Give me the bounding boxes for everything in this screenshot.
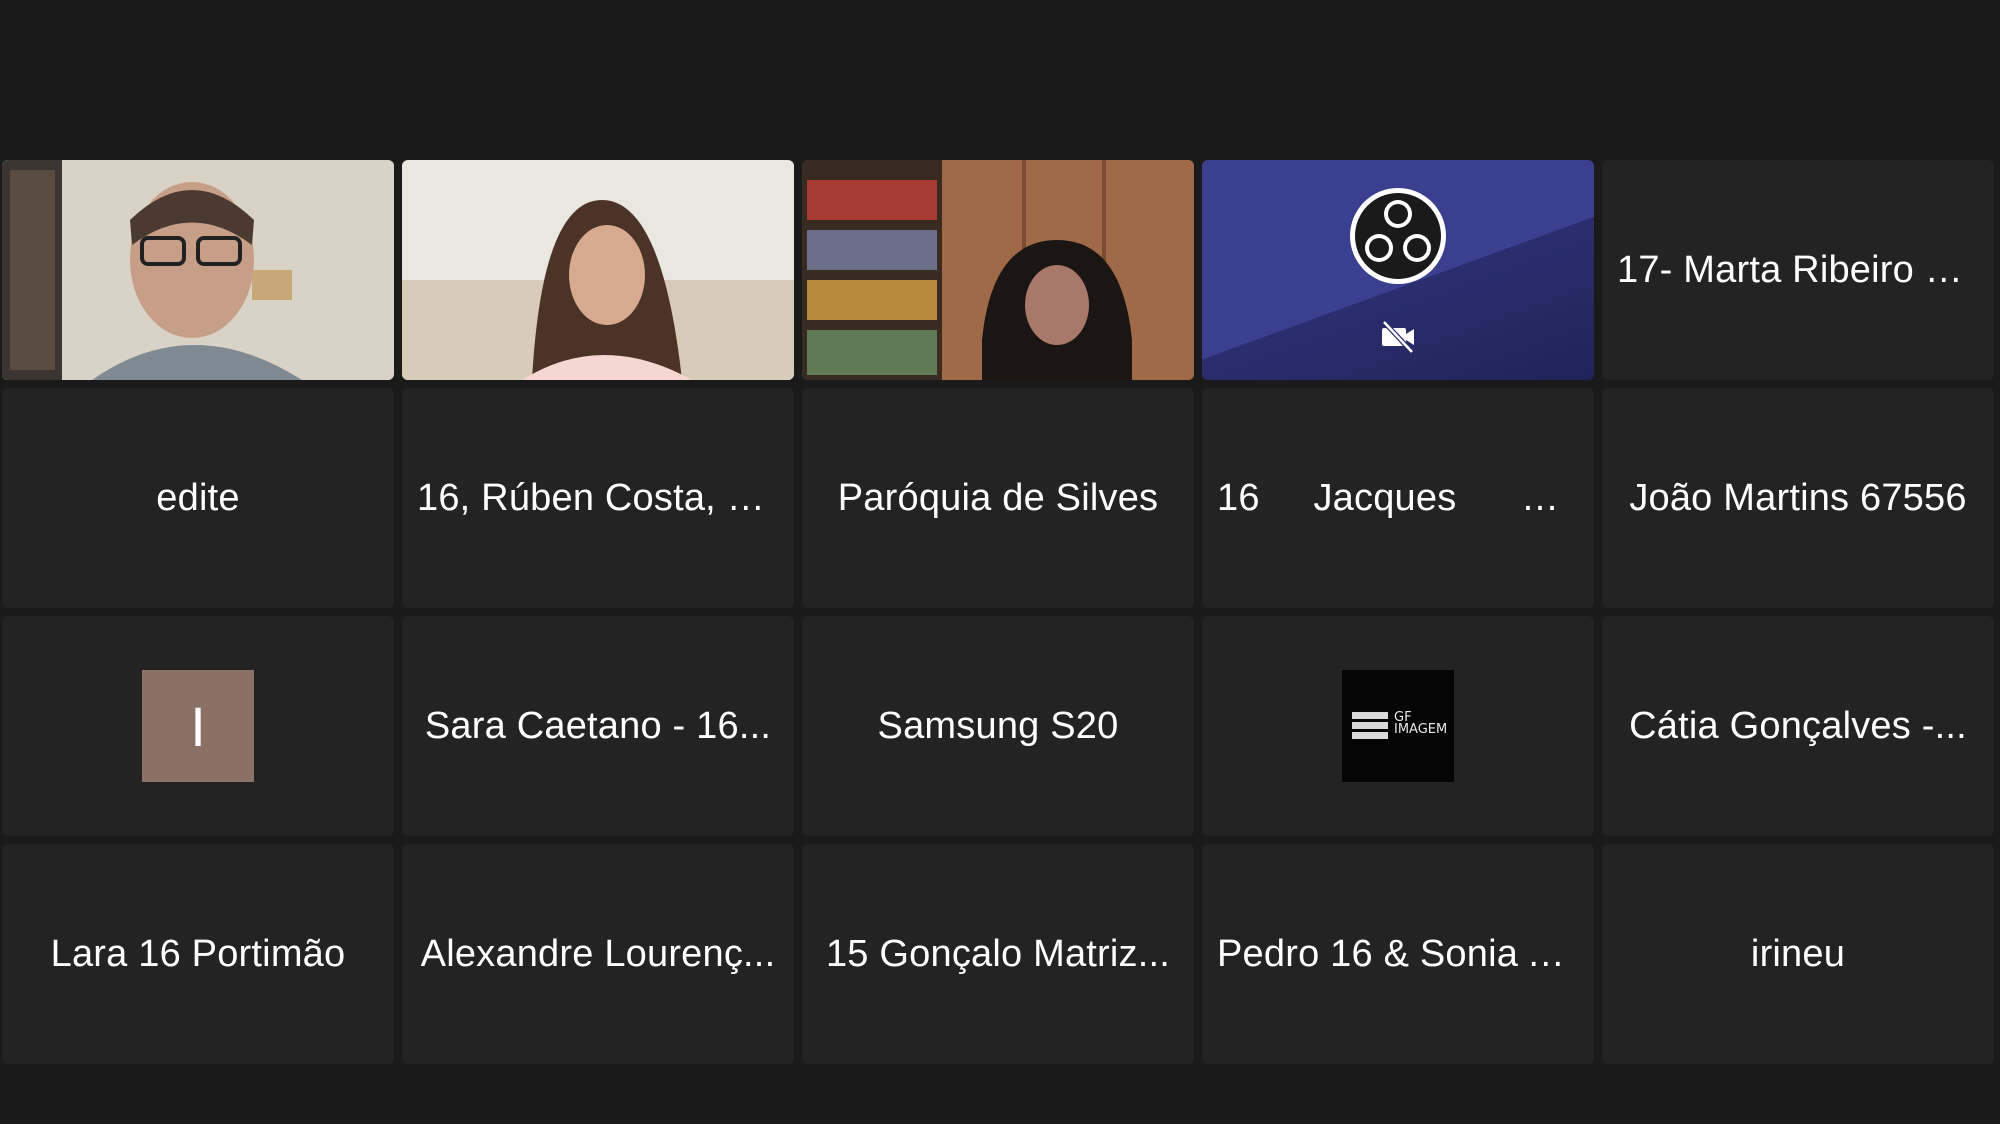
avatar: I [142, 670, 254, 782]
participant-tile[interactable]: Alexandre Lourenç... [402, 844, 794, 1064]
camera-off-icon [1382, 320, 1414, 354]
participant-tile[interactable]: Samsung S20 [802, 616, 1194, 836]
obs-logo-icon [1350, 188, 1446, 284]
participant-name: Paróquia de Silves [837, 476, 1159, 519]
participant-name: 17- Marta Ribeiro S... [1617, 248, 1979, 291]
participant-name: irineu [1750, 932, 1846, 975]
logo-text: GF IMAGEM [1394, 710, 1448, 737]
participant-tile[interactable]: Cátia Gonçalves -... [1602, 616, 1994, 836]
participant-tile-avatar[interactable]: I [2, 616, 394, 836]
participant-video-feed [2, 160, 394, 380]
participant-tile[interactable]: irineu [1602, 844, 1994, 1064]
participant-tile[interactable]: 16 Jacques M... [1202, 388, 1594, 608]
gf-imagem-logo-icon: GF IMAGEM [1342, 670, 1454, 782]
participant-tile-camera-off[interactable] [1202, 160, 1594, 380]
participant-name: Sara Caetano - 16... [424, 704, 772, 747]
participant-name: Lara 16 Portimão [50, 932, 346, 975]
participant-name: Pedro 16 & Sonia A... [1217, 932, 1579, 975]
participant-tile-avatar-logo[interactable]: GF IMAGEM [1202, 616, 1594, 836]
participant-video-feed [802, 160, 1194, 380]
participant-tile[interactable]: Paróquia de Silves [802, 388, 1194, 608]
participant-name: Alexandre Lourenç... [420, 932, 776, 975]
participant-tile[interactable]: Pedro 16 & Sonia A... [1202, 844, 1594, 1064]
participant-video-feed [402, 160, 794, 380]
participant-name: 16 Jacques M... [1217, 476, 1579, 519]
participant-tile[interactable]: 16, Rúben Costa, M... [402, 388, 794, 608]
participant-tile[interactable]: 17- Marta Ribeiro S... [1602, 160, 1994, 380]
participant-name: 15 Gonçalo Matriz... [825, 932, 1171, 975]
participant-name: Cátia Gonçalves -... [1629, 704, 1967, 747]
participant-tile[interactable]: Sara Caetano - 16... [402, 616, 794, 836]
participant-tile[interactable]: Lara 16 Portimão [2, 844, 394, 1064]
participant-name: edite [156, 476, 240, 519]
participant-tile-video-3[interactable] [802, 160, 1194, 380]
participant-name: João Martins 67556 [1629, 476, 1967, 519]
participant-tile-video-2[interactable] [402, 160, 794, 380]
participant-tile[interactable]: edite [2, 388, 394, 608]
participant-tile[interactable]: João Martins 67556 [1602, 388, 1994, 608]
gallery-grid: 17- Marta Ribeiro S... edite 16, Rúben C… [2, 160, 1998, 1066]
participant-tile[interactable]: 15 Gonçalo Matriz... [802, 844, 1194, 1064]
participant-tile-video-1[interactable] [2, 160, 394, 380]
participant-name: 16, Rúben Costa, M... [417, 476, 779, 519]
participant-name: Samsung S20 [877, 704, 1119, 747]
avatar-initial-letter: I [190, 694, 206, 758]
